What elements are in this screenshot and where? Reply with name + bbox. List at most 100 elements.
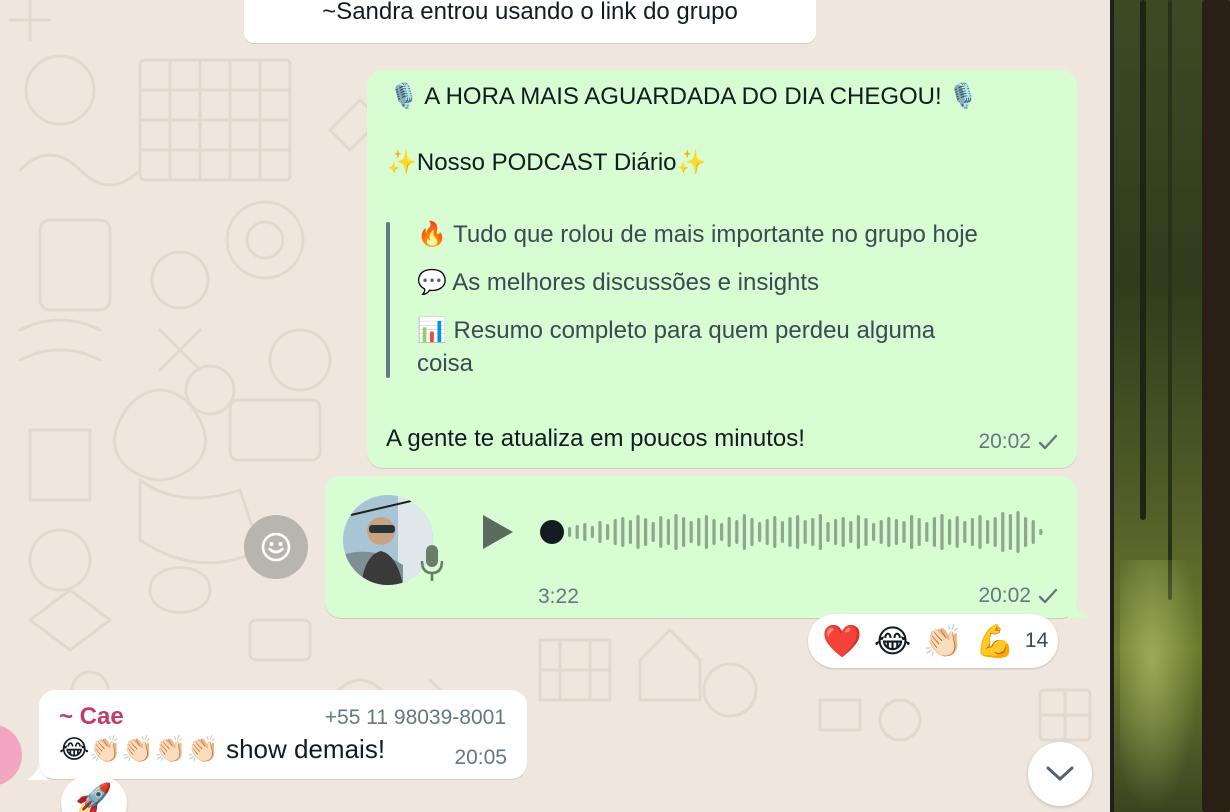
- waveform-bar: [720, 523, 724, 541]
- waveform-bar: [955, 516, 959, 548]
- waveform-bar: [948, 519, 952, 545]
- waveform-bar: [879, 520, 883, 544]
- waveform-bar: [993, 517, 997, 547]
- waveform-bar: [940, 514, 944, 550]
- single-check-icon: [1038, 588, 1058, 604]
- waveform-bar: [644, 518, 648, 546]
- system-message-text: ~Sandra entrou usando o link do grupo: [322, 0, 738, 25]
- side-panel-image: [1110, 0, 1230, 812]
- waveform-bar: [818, 514, 822, 550]
- incoming-message-bubble[interactable]: ~ Cae +55 11 98039-8001 😂👏🏻👏🏻👏🏻👏🏻 show d…: [39, 690, 527, 779]
- message-meta: 20:02: [978, 584, 1059, 608]
- waveform-bar: [666, 519, 670, 545]
- waveform-bar: [712, 519, 716, 545]
- waveform-bar: [1001, 512, 1005, 552]
- waveform-bar: [583, 523, 587, 541]
- waveform-bar: [758, 522, 762, 542]
- waveform-bar: [856, 515, 860, 549]
- waveform-bar: [697, 518, 701, 546]
- quote-line: 💬 As melhores discussões e insights: [417, 269, 820, 296]
- tree-trunk: [1140, 0, 1146, 520]
- reaction-emoji: ❤️: [822, 623, 862, 659]
- waveform-bar: [613, 519, 617, 545]
- mic-icon: [420, 545, 444, 581]
- reaction-emoji: 💪: [975, 623, 1015, 659]
- system-message: ~Sandra entrou usando o link do grupo: [244, 0, 816, 43]
- waveform-bar: [780, 521, 784, 543]
- voice-waveform[interactable]: [540, 504, 1045, 560]
- forest-light: [1120, 560, 1200, 812]
- tree-trunk: [1168, 0, 1172, 600]
- podcast-subtitle: ✨Nosso PODCAST Diário✨: [387, 149, 707, 176]
- waveform-bar: [727, 517, 731, 547]
- waveform-bar: [1024, 517, 1028, 547]
- quote-bar: [386, 222, 390, 378]
- react-button[interactable]: [244, 515, 308, 579]
- playback-scrubber[interactable]: [540, 520, 564, 544]
- smiley-icon: [261, 532, 291, 562]
- message-meta: 20:05: [454, 746, 507, 770]
- reaction-pill[interactable]: 🚀: [61, 776, 127, 812]
- scroll-to-bottom-button[interactable]: [1028, 742, 1092, 806]
- waveform-bar: [1008, 514, 1012, 550]
- waveform-bar: [894, 519, 898, 545]
- waveform-bar: [568, 527, 572, 537]
- waveform-bar: [750, 518, 754, 546]
- message-time: 20:05: [454, 746, 507, 769]
- message-text: 😂👏🏻👏🏻👏🏻👏🏻 show demais!: [59, 734, 386, 764]
- waveform-bar: [674, 514, 678, 550]
- sender-name[interactable]: ~ Cae: [59, 703, 124, 731]
- chevron-down-icon: [1046, 766, 1074, 781]
- podcast-headline: 🎙️ A HORA MAIS AGUARDADA DO DIA CHEGOU! …: [389, 83, 979, 110]
- waveform-bar: [1031, 520, 1035, 544]
- waveform-bar: [925, 522, 929, 542]
- podcast-message-bubble[interactable]: 🎙️ A HORA MAIS AGUARDADA DO DIA CHEGOU! …: [367, 70, 1077, 468]
- waveform-bar: [598, 521, 602, 543]
- waveform-bar: [682, 517, 686, 547]
- quote-line: 📊 Resumo completo para quem perdeu algum…: [417, 317, 936, 344]
- waveform-bar: [826, 522, 830, 542]
- voice-message-bubble[interactable]: 3:22 20:02: [325, 476, 1077, 618]
- waveform-bar: [1039, 529, 1043, 535]
- waveform-bar: [1016, 511, 1020, 553]
- waveform-bar: [606, 524, 610, 540]
- waveform-bar: [636, 515, 640, 549]
- play-icon[interactable]: [480, 512, 516, 552]
- waveform-bar: [864, 518, 868, 546]
- sender-phone: +55 11 98039-8001: [324, 706, 506, 729]
- bubble-tail: [1068, 600, 1090, 618]
- message-time: 20:02: [978, 584, 1031, 607]
- waveform-bar: [910, 515, 914, 549]
- podcast-closing: A gente te atualiza em poucos minutos!: [386, 425, 805, 452]
- quote-line: 🔥 Tudo que rolou de mais importante no g…: [417, 221, 978, 248]
- tree-trunk: [1202, 0, 1230, 812]
- reaction-emoji: 😂: [873, 623, 912, 659]
- message-time: 20:02: [978, 430, 1031, 453]
- waveform-bar: [773, 516, 777, 548]
- waveform-bar: [970, 518, 974, 546]
- waveform-bar: [651, 522, 655, 542]
- waveform-bar: [735, 520, 739, 544]
- waveform-bar: [849, 521, 853, 543]
- waveform-bar: [841, 517, 845, 547]
- waveform-bar: [932, 517, 936, 547]
- waveform-bar: [788, 517, 792, 547]
- waveform-bar: [796, 515, 800, 549]
- waveform-bar: [986, 520, 990, 544]
- waveform-bar: [704, 515, 708, 549]
- voice-duration: 3:22: [538, 585, 579, 608]
- quote-line: coisa: [417, 350, 474, 377]
- waveform-bar: [765, 519, 769, 545]
- reactions-pill[interactable]: ❤️ 😂 👏🏻 💪 14: [808, 614, 1058, 668]
- waveform-bar: [621, 517, 625, 547]
- waveform-bar: [628, 520, 632, 544]
- waveform-bar: [978, 515, 982, 549]
- waveform-bar: [902, 521, 906, 543]
- waveform-bar: [803, 520, 807, 544]
- waveform-bar: [742, 514, 746, 550]
- waveform-bar: [689, 521, 693, 543]
- waveform-bar: [872, 523, 876, 541]
- single-check-icon: [1038, 434, 1058, 450]
- waveform-bar: [811, 518, 815, 546]
- reaction-emoji: 🚀: [75, 783, 113, 812]
